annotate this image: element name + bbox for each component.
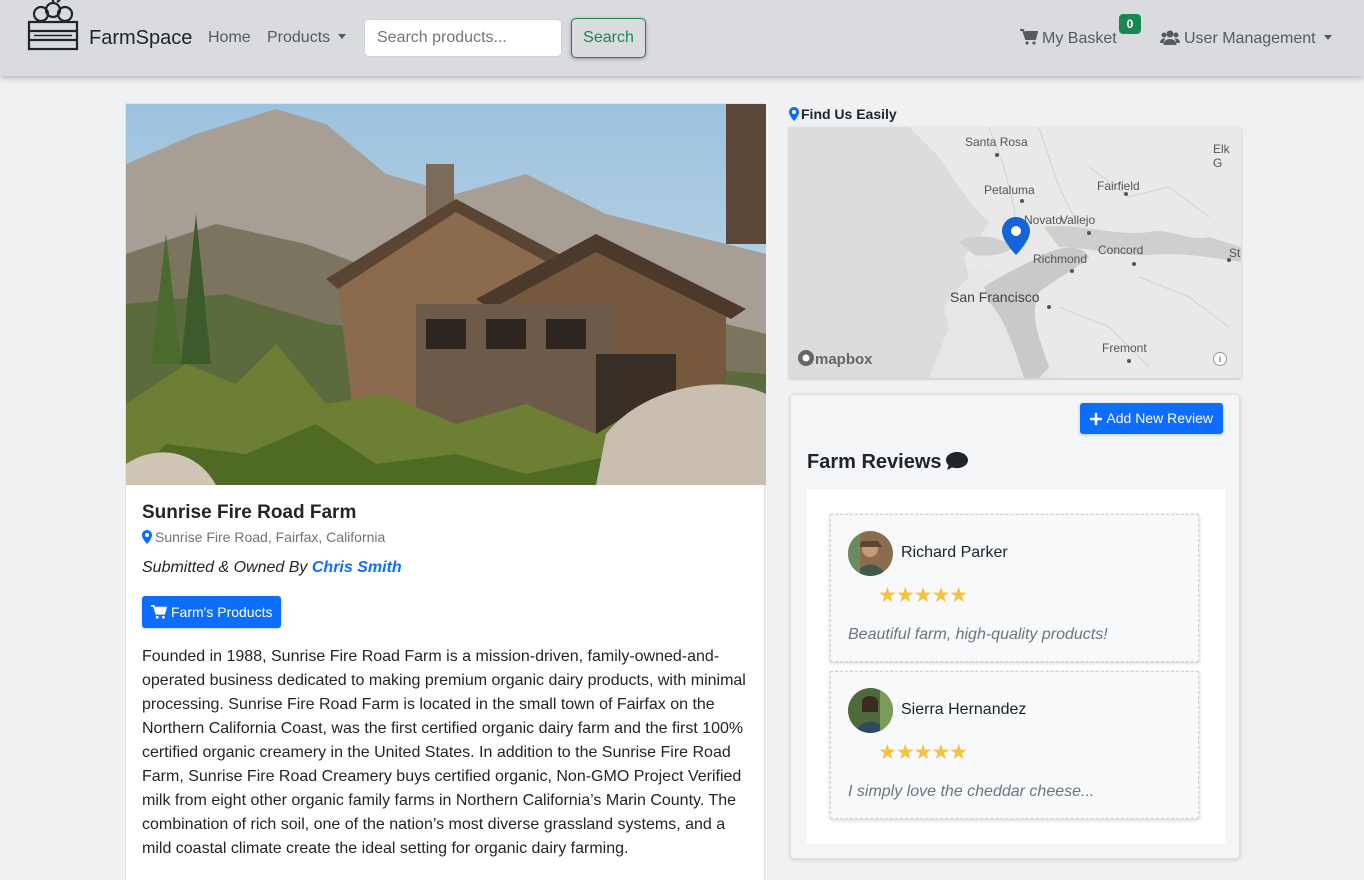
owner-link[interactable]: Chris Smith: [312, 559, 402, 576]
map-info-icon[interactable]: i: [1213, 352, 1227, 366]
farm-location-text: Sunrise Fire Road, Fairfax, California: [155, 529, 386, 545]
reviewer-name: Richard Parker: [901, 544, 1008, 561]
review-text: I simply love the cheddar cheese...: [848, 783, 1095, 800]
chevron-down-icon: [338, 34, 347, 39]
farm-photo: [126, 104, 766, 485]
map-label: San Francisco: [950, 289, 1040, 305]
review-item: Sierra Hernandez ★★★★★ I simply love the…: [830, 671, 1199, 819]
search-input[interactable]: [364, 19, 562, 57]
add-review-label: Add New Review: [1106, 410, 1213, 426]
chevron-down-icon: [1323, 35, 1332, 40]
basket-count-badge: 0: [1119, 14, 1141, 34]
owner-prefix: Submitted & Owned By: [142, 559, 308, 576]
reviews-heading: Farm Reviews: [807, 451, 968, 474]
mapbox-icon: [798, 350, 814, 366]
star-rating: ★★★★★: [878, 584, 968, 607]
farm-description: Founded in 1988, Sunrise Fire Road Farm …: [142, 648, 746, 857]
reviewer-name: Sierra Hernandez: [901, 701, 1027, 718]
reviews-list: Richard Parker ★★★★★ Beautiful farm, hig…: [807, 490, 1225, 844]
map-label: Petaluma: [984, 183, 1035, 197]
map-label: Concord: [1098, 243, 1144, 257]
map-label: Richmond: [1033, 252, 1088, 266]
products-label: Products: [267, 29, 331, 46]
nav-products-dropdown[interactable]: Products: [267, 29, 347, 47]
user-management-label: User Management: [1184, 30, 1316, 47]
farm-location: Sunrise Fire Road, Fairfax, California: [142, 529, 385, 545]
review-text: Beautiful farm, high-quality products!: [848, 626, 1108, 643]
farm-name: Sunrise Fire Road Farm: [142, 502, 357, 523]
map-label: Santa Rosa: [965, 135, 1028, 149]
map-marker-icon[interactable]: [1002, 217, 1030, 255]
shopping-cart-icon: [151, 605, 168, 619]
farm-products-button[interactable]: Farm's Products: [142, 596, 282, 628]
basket-label: My Basket: [1042, 30, 1117, 47]
farm-products-label: Farm's Products: [171, 604, 273, 620]
plus-icon: [1090, 413, 1103, 425]
star-rating: ★★★★★: [878, 741, 968, 764]
map-label: Fremont: [1102, 341, 1147, 355]
map-pin-icon: [789, 107, 799, 121]
map-label: Vallejo: [1060, 213, 1096, 227]
map-label: Fairfield: [1097, 179, 1140, 193]
mapbox-text: mapbox: [815, 351, 873, 368]
reviews-card: Add New Review Farm Reviews Richard Park…: [790, 394, 1240, 859]
location-map[interactable]: Santa Rosa Elk G Fairfield Petaluma Vall…: [789, 127, 1241, 378]
reviews-heading-text: Farm Reviews: [807, 451, 942, 473]
users-icon: [1160, 30, 1180, 45]
review-item: Richard Parker ★★★★★ Beautiful farm, hig…: [830, 514, 1199, 662]
my-basket-link[interactable]: My Basket: [1020, 29, 1117, 48]
mapbox-logo[interactable]: mapbox: [797, 349, 873, 368]
add-review-button[interactable]: Add New Review: [1080, 403, 1223, 434]
comment-icon: [945, 452, 968, 470]
map-label: St: [1229, 246, 1241, 260]
farm-detail-card: Sunrise Fire Road Farm Sunrise Fire Road…: [125, 103, 766, 880]
top-navbar: FarmSpace Home Products Search My Basket…: [0, 0, 1364, 76]
map-pin-icon: [142, 530, 152, 544]
user-management-dropdown[interactable]: User Management: [1160, 29, 1332, 48]
reviewer-avatar: [848, 688, 893, 733]
farm-crate-logo-icon[interactable]: [27, 0, 79, 52]
reviewer-avatar: [848, 531, 893, 576]
map-title-text: Find Us Easily: [801, 106, 897, 122]
search-button[interactable]: Search: [571, 18, 646, 58]
nav-home-link[interactable]: Home: [208, 29, 251, 47]
brand-name[interactable]: FarmSpace: [89, 27, 192, 50]
shopping-cart-icon: [1020, 29, 1039, 45]
owner-line: Submitted & Owned By Chris Smith: [142, 559, 402, 577]
map-title: Find Us Easily: [789, 106, 897, 122]
map-label: Elk G: [1213, 142, 1230, 170]
